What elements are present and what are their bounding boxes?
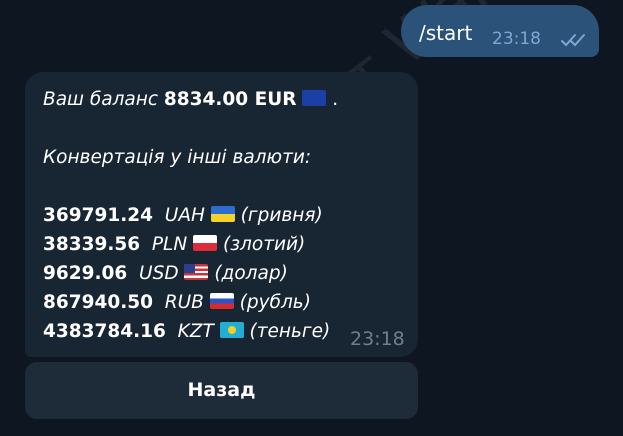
currency-amount: 9629.06 — [43, 263, 128, 284]
currency-amount: 38339.56 — [43, 234, 141, 255]
ukraine-flag-icon — [210, 206, 235, 222]
outgoing-message-time: 23:18 — [492, 29, 541, 49]
currency-code: USD — [139, 263, 179, 284]
currency-name: (теньге) — [249, 321, 331, 342]
balance-value: 8834.00 EUR — [163, 89, 297, 110]
kazakhstan-flag-icon — [219, 322, 244, 338]
eu-flag-icon — [302, 90, 327, 106]
usa-flag-icon — [184, 264, 209, 280]
currency-name: (рубль) — [239, 292, 311, 313]
back-button[interactable]: Назад — [25, 362, 418, 419]
currency-amount: 867940.50 — [43, 292, 154, 313]
balance-suffix: . — [332, 89, 339, 110]
outgoing-message[interactable]: /start 23:18 — [401, 5, 599, 57]
currency-row-kzt: 4383784.16 KZT (теньге) — [43, 321, 330, 342]
conversion-title: Конвертація у інші валюти: — [43, 147, 312, 168]
balance-prefix: Ваш баланс — [43, 89, 159, 110]
double-check-icon — [561, 34, 585, 47]
currency-name: (долар) — [214, 263, 288, 284]
outgoing-message-text: /start — [419, 21, 473, 45]
currency-amount: 369791.24 — [43, 205, 154, 226]
currency-code: PLN — [151, 234, 188, 255]
currency-name: (гривня) — [240, 205, 323, 226]
back-button-label: Назад — [187, 379, 256, 401]
currency-row-usd: 9629.06 USD (долар) — [43, 263, 288, 284]
currency-row-uah: 369791.24 UAH (гривня) — [43, 205, 323, 226]
currency-code: KZT — [177, 321, 214, 342]
balance-line: Ваш баланс 8834.00 EUR . — [43, 89, 338, 110]
currency-row-pln: 38339.56 PLN (злотий) — [43, 234, 305, 255]
currency-row-rub: 867940.50 RUB (рубль) — [43, 292, 311, 313]
incoming-message[interactable]: Ваш баланс 8834.00 EUR . Конвертація у і… — [25, 72, 418, 357]
currency-code: UAH — [164, 205, 205, 226]
currency-amount: 4383784.16 — [43, 321, 166, 342]
currency-name: (злотий) — [223, 234, 306, 255]
incoming-message-time: 23:18 — [350, 328, 405, 350]
currency-code: RUB — [164, 292, 204, 313]
poland-flag-icon — [193, 235, 218, 251]
russia-flag-icon — [209, 293, 234, 309]
